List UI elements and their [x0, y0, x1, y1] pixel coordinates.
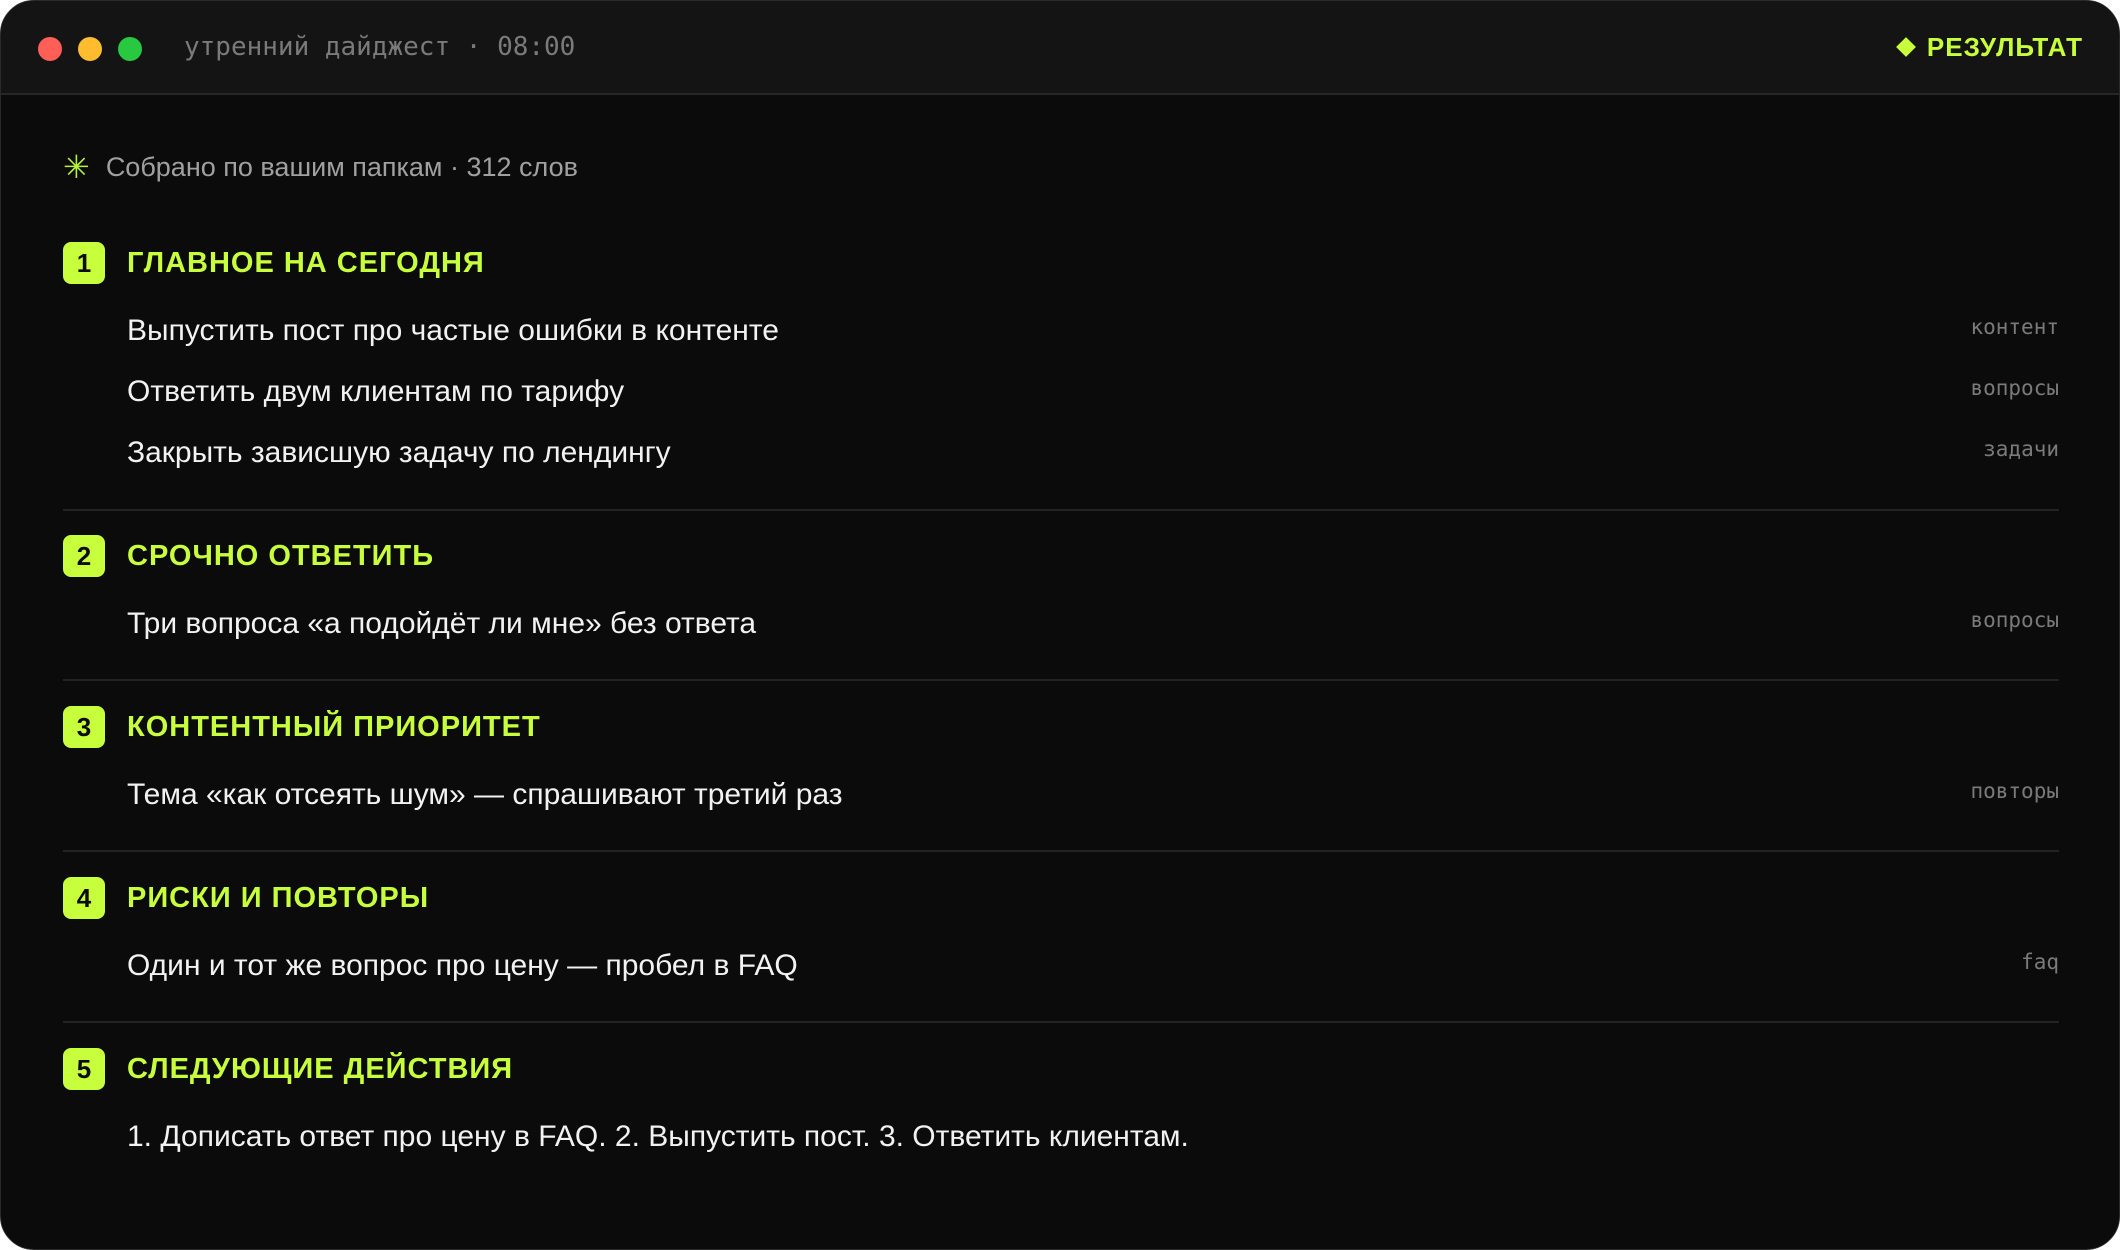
section-number-badge: 5 — [63, 1048, 105, 1090]
list-item: Закрыть зависшую задачу по лендингу зада… — [127, 431, 2059, 475]
maximize-window-button[interactable] — [118, 37, 142, 61]
result-label: РЕЗУЛЬТАТ — [1926, 32, 2083, 62]
section-title: СРОЧНО ОТВЕТИТЬ — [127, 539, 435, 572]
section-number-badge: 4 — [63, 877, 105, 919]
item-text: Выпустить пост про частые ошибки в конте… — [127, 314, 779, 347]
section-number-badge: 3 — [63, 706, 105, 748]
item-tag: вопросы — [1970, 608, 2059, 632]
window-title: утренний дайджест · 08:00 — [184, 32, 576, 62]
title-bar: утренний дайджест · 08:00 РЕЗУЛЬТАТ — [1, 1, 2119, 95]
item-tag: задачи — [1983, 437, 2059, 461]
close-window-button[interactable] — [38, 37, 62, 61]
section-title: СЛЕДУЮЩИЕ ДЕЙСТВИЯ — [127, 1052, 514, 1085]
item-tag: повторы — [1970, 779, 2059, 803]
section-number-badge: 1 — [63, 242, 105, 284]
section-number-badge: 2 — [63, 535, 105, 577]
item-tag: вопросы — [1970, 376, 2059, 400]
list-item: Тема «как отсеять шум» — спрашивают трет… — [127, 773, 2059, 817]
result-badge: РЕЗУЛЬТАТ — [1896, 29, 2083, 65]
section-divider — [63, 1021, 2059, 1023]
section-title: РИСКИ И ПОВТОРЫ — [127, 881, 430, 914]
list-item: 1. Дописать ответ про цену в FAQ. 2. Вып… — [127, 1115, 2059, 1159]
item-text: Три вопроса «а подойдёт ли мне» без отве… — [127, 607, 757, 640]
list-item: Выпустить пост про частые ошибки в конте… — [127, 309, 2059, 353]
digest-summary: ✳ Собрано по вашим папкам · 312 слов — [63, 147, 578, 187]
item-text: Ответить двум клиентам по тарифу — [127, 375, 625, 408]
section-divider — [63, 679, 2059, 681]
diamond-icon — [1896, 37, 1916, 57]
item-tag: faq — [2021, 950, 2059, 974]
list-item: Ответить двум клиентам по тарифу вопросы — [127, 370, 2059, 414]
section-header: 4 РИСКИ И ПОВТОРЫ — [63, 876, 429, 920]
section-header: 2 СРОЧНО ОТВЕТИТЬ — [63, 534, 434, 578]
item-text: 1. Дописать ответ про цену в FAQ. 2. Вып… — [127, 1120, 1189, 1153]
summary-text: Собрано по вашим папкам · 312 слов — [105, 152, 578, 182]
item-text: Закрыть зависшую задачу по лендингу — [127, 436, 671, 469]
item-text: Один и тот же вопрос про цену — пробел в… — [127, 949, 798, 982]
asterisk-icon: ✳ — [63, 148, 90, 186]
section-header: 1 ГЛАВНОЕ НА СЕГОДНЯ — [63, 241, 485, 285]
item-tag: контент — [1970, 315, 2059, 339]
digest-window: утренний дайджест · 08:00 РЕЗУЛЬТАТ ✳ Со… — [0, 0, 2120, 1250]
section-divider — [63, 509, 2059, 511]
section-title: ГЛАВНОЕ НА СЕГОДНЯ — [127, 246, 485, 279]
section-header: 3 КОНТЕНТНЫЙ ПРИОРИТЕТ — [63, 705, 541, 749]
section-header: 5 СЛЕДУЮЩИЕ ДЕЙСТВИЯ — [63, 1047, 513, 1091]
list-item: Один и тот же вопрос про цену — пробел в… — [127, 944, 2059, 988]
list-item: Три вопроса «а подойдёт ли мне» без отве… — [127, 602, 2059, 646]
item-text: Тема «как отсеять шум» — спрашивают трет… — [127, 778, 843, 811]
minimize-window-button[interactable] — [78, 37, 102, 61]
section-divider — [63, 850, 2059, 852]
section-title: КОНТЕНТНЫЙ ПРИОРИТЕТ — [127, 710, 541, 743]
